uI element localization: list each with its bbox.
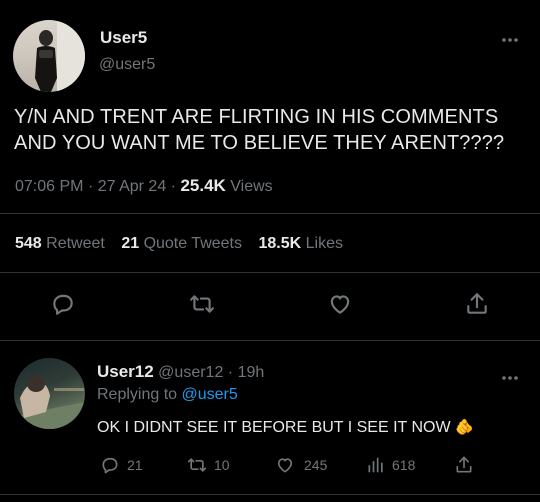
avatar[interactable] (13, 20, 85, 92)
pointing-emoji: 🫵 (455, 419, 474, 436)
quotes-label: Quote Tweets (143, 235, 242, 252)
retweet-icon (190, 295, 214, 313)
reply-like-count: 245 (304, 457, 328, 473)
reply-retweet-button[interactable]: 10 (186, 455, 230, 475)
tweet-date[interactable]: 27 Apr 24 (98, 178, 167, 195)
reply-like-button[interactable]: 245 (274, 455, 327, 475)
reply-reply-count: 21 (127, 457, 143, 473)
reply-icon (102, 457, 118, 474)
reply-avatar-image (14, 376, 85, 429)
replying-to: Replying to @user5 (97, 386, 238, 404)
divider (0, 494, 540, 495)
reply-display-name[interactable]: User12 (97, 362, 154, 381)
share-icon (456, 456, 472, 473)
display-name[interactable]: User5 (100, 28, 147, 48)
share-icon (467, 293, 487, 314)
reply-separator: · (227, 364, 234, 381)
more-options-icon[interactable] (501, 30, 519, 48)
tweet-stats: 548 Retweet 21 Quote Tweets 18.5K Likes (15, 235, 343, 253)
user-handle[interactable]: @user5 (99, 56, 155, 74)
reply-reply-button[interactable]: 21 (100, 455, 143, 475)
meta-separator: · (87, 178, 94, 195)
reply-button[interactable] (50, 291, 76, 322)
reply-text-content: OK I DIDNT SEE IT BEFORE BUT I SEE IT NO… (97, 419, 451, 436)
reply-more-options-icon[interactable] (501, 368, 519, 386)
views-label: Views (230, 178, 273, 195)
retweet-icon (187, 458, 207, 472)
replying-to-handle[interactable]: @user5 (182, 386, 238, 403)
tweet-text-line-2: AND YOU WANT ME TO BELIEVE THEY ARENT???… (14, 132, 505, 154)
avatar-image (35, 20, 85, 92)
meta-separator: · (170, 178, 176, 195)
divider (0, 272, 540, 273)
retweets-label: Retweet (46, 235, 105, 252)
likes-stat[interactable]: 18.5K Likes (258, 235, 343, 252)
reply-avatar[interactable] (14, 358, 85, 429)
heart-icon (330, 295, 350, 314)
divider (0, 340, 540, 341)
views-chart-icon (368, 457, 383, 473)
tweet-meta: 07:06 PM · 27 Apr 24 · 25.4K Views (15, 176, 273, 196)
like-button[interactable] (326, 291, 354, 322)
reply-text: OK I DIDNT SEE IT BEFORE BUT I SEE IT NO… (97, 418, 474, 437)
tweet-text-line-1: Y/N AND TRENT ARE FLIRTING IN HIS COMMEN… (14, 106, 499, 128)
likes-count: 18.5K (258, 235, 302, 252)
reply-views-count: 618 (392, 457, 416, 473)
quotes-stat[interactable]: 21 Quote Tweets (121, 235, 246, 252)
heart-icon (277, 458, 293, 473)
reply-views-button[interactable]: 618 (366, 455, 415, 475)
reply-icon (53, 294, 73, 315)
reply-header: User12 @user12 · 19h (97, 362, 264, 382)
retweets-count: 548 (15, 235, 42, 252)
likes-label: Likes (305, 235, 343, 252)
reply-share-button[interactable] (454, 454, 474, 481)
quotes-count: 21 (121, 235, 140, 252)
divider (0, 213, 540, 214)
reply-handle[interactable]: @user12 (158, 364, 223, 381)
reply-time[interactable]: 19h (238, 364, 265, 381)
views-count: 25.4K (180, 176, 226, 195)
tweet-time[interactable]: 07:06 PM (15, 178, 83, 195)
retweet-button[interactable] (188, 291, 216, 322)
retweets-stat[interactable]: 548 Retweet (15, 235, 109, 252)
share-button[interactable] (464, 290, 490, 323)
reply-retweet-count: 10 (214, 457, 230, 473)
replying-to-label: Replying to (97, 386, 178, 403)
